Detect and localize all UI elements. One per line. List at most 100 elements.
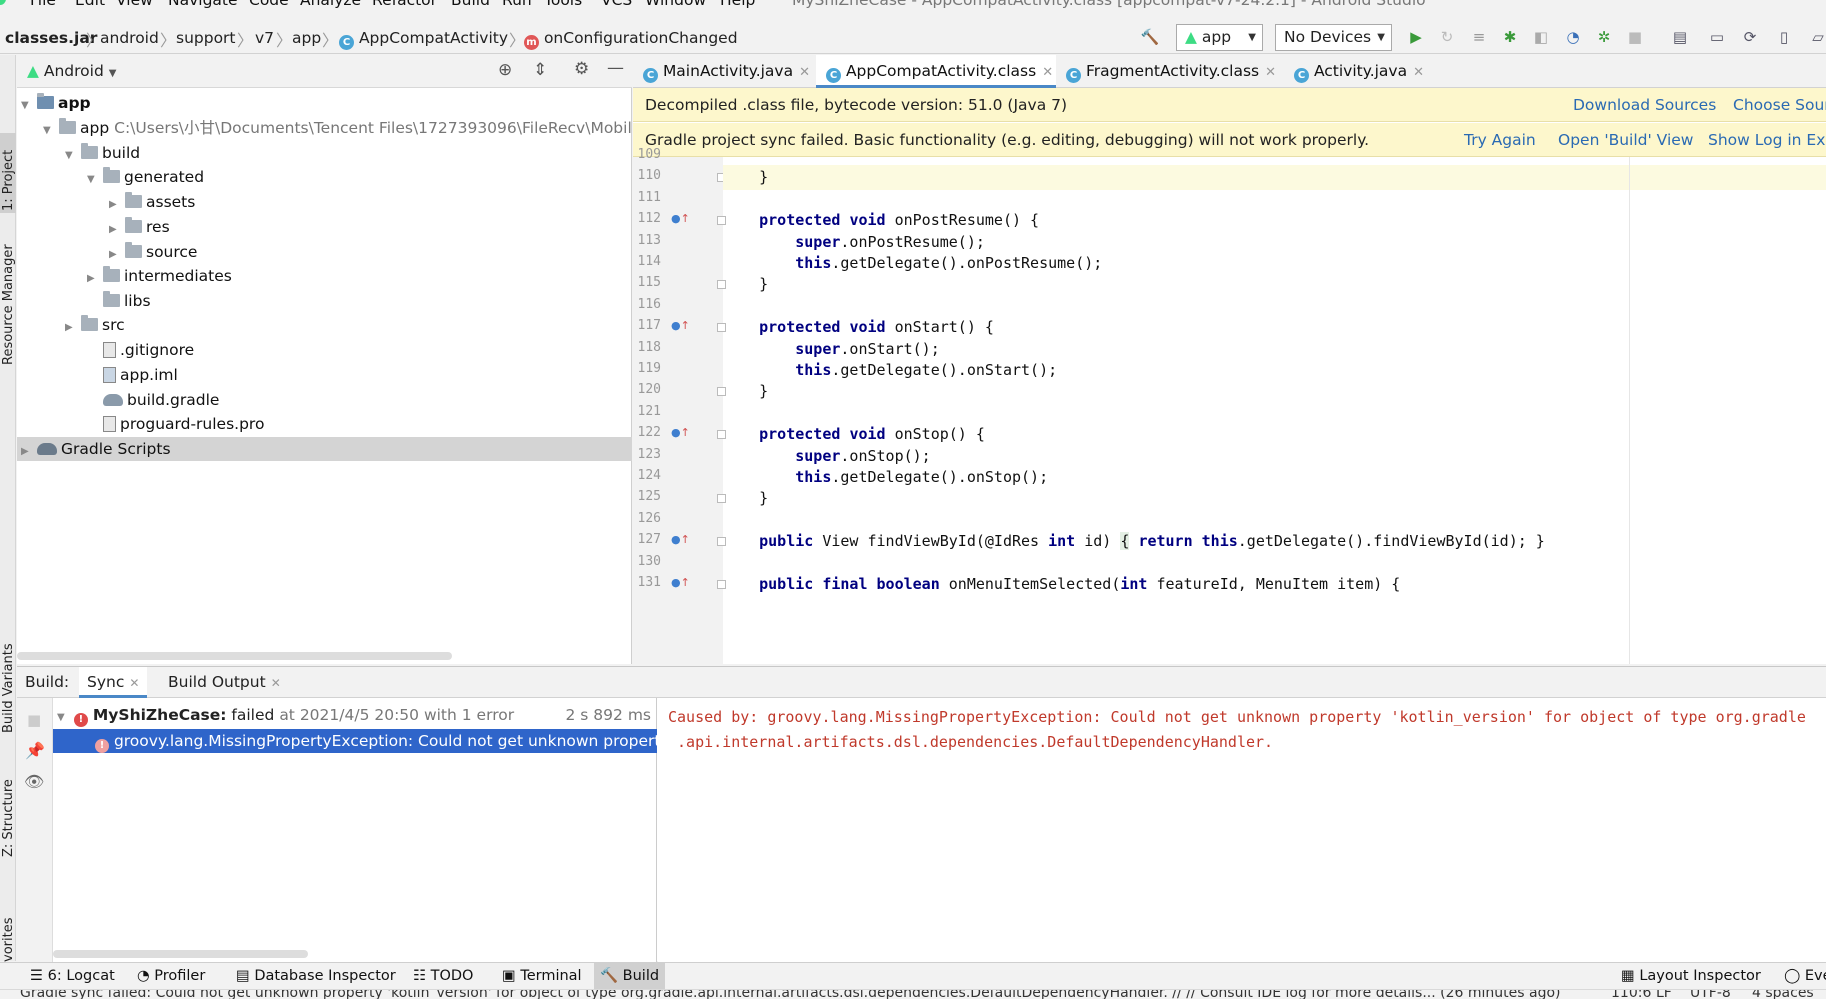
menu-refactor[interactable]: Refactor [372, 0, 437, 9]
menu-tools[interactable]: Tools [544, 0, 582, 9]
tree-item-build-gradle[interactable]: build.gradle [87, 388, 219, 412]
eye-icon[interactable]: 👁 [24, 772, 44, 791]
menu-edit[interactable]: Edit [75, 0, 105, 9]
apply-changes-icon[interactable]: ≡ [1469, 27, 1489, 47]
download-sources-link[interactable]: Download Sources [1573, 88, 1716, 122]
hammer-icon[interactable]: 🔨 [1140, 27, 1160, 47]
tab-fragment-activity[interactable]: C FragmentActivity.class ✕ [1056, 55, 1284, 88]
tool-tab-project[interactable]: 1: Project [0, 133, 16, 213]
menu-navigate[interactable]: Navigate [168, 0, 238, 9]
tool-tab-structure[interactable]: Z: Structure [0, 775, 16, 865]
tool-terminal[interactable]: ▣ Terminal [496, 963, 588, 990]
override-marker-icon[interactable]: ●↑ [671, 576, 690, 589]
line-separator[interactable]: LF [1656, 990, 1672, 999]
tool-event-log[interactable]: ◯ Eve [1778, 963, 1826, 990]
close-icon[interactable]: ✕ [1265, 65, 1276, 80]
tree-item-src[interactable]: ▶ src [65, 313, 125, 337]
indent-setting[interactable]: 4 spaces [1752, 990, 1814, 999]
tree-item-res[interactable]: ▶ res [109, 215, 170, 239]
collapse-all-icon[interactable]: ⇕ [533, 60, 547, 80]
breadcrumb-class[interactable]: C AppCompatActivity [339, 29, 508, 50]
tool-build[interactable]: 🔨 Build [594, 963, 666, 990]
project-structure-icon[interactable]: ▤ [1670, 27, 1690, 47]
tree-item-app-root[interactable]: ▼ app C:\Users\小甘\Documents\Tencent Files… [43, 116, 632, 140]
code-area[interactable]: } protected void onPostResume() { super.… [723, 157, 1826, 664]
hide-icon[interactable]: — [607, 58, 624, 78]
menu-window[interactable]: Window [645, 0, 706, 9]
tool-logcat[interactable]: ☰ 6: Logcat [24, 963, 121, 990]
tool-tab-resource-manager[interactable]: Resource Manager [0, 225, 16, 375]
menu-run[interactable]: Run [502, 0, 532, 9]
menu-view[interactable]: View [116, 0, 153, 9]
tree-item-app-module[interactable]: ▼ app [21, 91, 91, 115]
device-manager-icon[interactable]: ▱ [1808, 27, 1826, 47]
status-message[interactable]: Gradle sync failed: Could not get unknow… [20, 990, 1560, 999]
sdk-manager-icon[interactable]: ▯ [1774, 27, 1794, 47]
stop-icon[interactable]: ■ [27, 711, 41, 729]
build-error-item[interactable]: ! groovy.lang.MissingPropertyException: … [53, 729, 657, 753]
build-output-console[interactable]: Caused by: groovy.lang.MissingPropertyEx… [658, 698, 1826, 962]
menu-build[interactable]: Build [451, 0, 490, 9]
tab-build-output[interactable]: Build Output ✕ [160, 667, 289, 698]
pin-icon[interactable]: 📌 [25, 741, 45, 760]
menu-help[interactable]: Help [720, 0, 755, 9]
breadcrumb-android[interactable]: android [100, 29, 159, 47]
tree-item-assets[interactable]: ▶ assets [109, 190, 195, 214]
close-icon[interactable]: ✕ [1413, 65, 1424, 80]
build-tree-root[interactable]: ▼ ! MyShiZheCase: failed at 2021/4/5 20:… [53, 705, 657, 729]
override-marker-icon[interactable]: ●↑ [671, 426, 690, 439]
tool-tab-build-variants[interactable]: Build Variants [0, 643, 16, 755]
tree-item-build[interactable]: ▼ build [65, 141, 140, 165]
run-icon[interactable]: ▶ [1406, 27, 1426, 47]
tree-item-gradle-scripts[interactable]: ▶ Gradle Scripts [17, 437, 632, 461]
override-marker-icon[interactable]: ●↑ [671, 533, 690, 546]
tab-main-activity[interactable]: C MainActivity.java ✕ [633, 55, 816, 88]
coverage-icon[interactable]: ◧ [1531, 27, 1551, 47]
avd-manager-icon[interactable]: ▭ [1707, 27, 1727, 47]
tab-appcompat-activity[interactable]: C AppCompatActivity.class ✕ [816, 55, 1056, 88]
project-view-select[interactable]: ▲ Android ▼ [27, 62, 116, 80]
tab-activity[interactable]: C Activity.java ✕ [1284, 55, 1464, 88]
caret-position[interactable]: 110:6 [1605, 990, 1652, 999]
run-config-select[interactable]: ▲ app ▼ [1176, 24, 1263, 51]
breadcrumb-method[interactable]: m onConfigurationChanged [524, 29, 738, 50]
tree-item-proguard[interactable]: proguard-rules.pro [87, 412, 264, 436]
horizontal-scrollbar[interactable] [17, 652, 452, 660]
tool-database-inspector[interactable]: ▤ Database Inspector [230, 963, 402, 990]
tool-todo[interactable]: ☷ TODO [407, 963, 479, 990]
breadcrumb-app[interactable]: app [292, 29, 321, 47]
file-encoding[interactable]: UTF-8 [1690, 990, 1731, 999]
tool-profiler[interactable]: ◔ Profiler [131, 963, 211, 990]
tree-item-generated[interactable]: ▼ generated [87, 165, 204, 189]
stop-icon[interactable]: ■ [1625, 27, 1645, 47]
tree-item-source[interactable]: ▶ source [109, 240, 197, 264]
breadcrumb-v7[interactable]: v7 [255, 29, 274, 47]
breadcrumb-classes-jar[interactable]: classes.jar [5, 29, 97, 47]
choose-sources-link[interactable]: Choose Sour [1733, 88, 1826, 122]
close-icon[interactable]: ✕ [799, 65, 810, 80]
menu-analyze[interactable]: Analyze [300, 0, 361, 9]
attach-debugger-icon[interactable]: ✲ [1594, 27, 1614, 47]
profile-icon[interactable]: ◔ [1563, 27, 1583, 47]
horizontal-scrollbar[interactable] [53, 950, 308, 958]
locate-icon[interactable]: ⊕ [498, 60, 512, 80]
debug-icon[interactable]: ✱ [1500, 27, 1520, 47]
tree-item-libs[interactable]: libs [87, 289, 151, 313]
close-icon[interactable]: ✕ [1042, 65, 1053, 80]
tab-sync[interactable]: Sync ✕ [79, 667, 148, 698]
breadcrumb-support[interactable]: support [176, 29, 236, 47]
tree-item-app-iml[interactable]: app.iml [87, 363, 178, 387]
tree-item-gitignore[interactable]: .gitignore [87, 338, 194, 362]
device-select[interactable]: No Devices ▼ [1275, 24, 1392, 51]
close-icon[interactable]: ✕ [271, 676, 281, 690]
menu-file[interactable]: File [30, 0, 56, 9]
menu-vcs[interactable]: VCS [601, 0, 632, 9]
override-marker-icon[interactable]: ●↑ [671, 319, 690, 332]
sync-gradle-icon[interactable]: ⟳ [1740, 27, 1760, 47]
close-icon[interactable]: ✕ [129, 676, 139, 690]
tree-item-intermediates[interactable]: ▶ intermediates [87, 264, 232, 288]
tool-layout-inspector[interactable]: ▦ Layout Inspector [1615, 963, 1767, 990]
rerun-icon[interactable]: ↻ [1437, 27, 1457, 47]
gear-icon[interactable]: ⚙ [574, 59, 589, 79]
override-marker-icon[interactable]: ●↑ [671, 212, 690, 225]
